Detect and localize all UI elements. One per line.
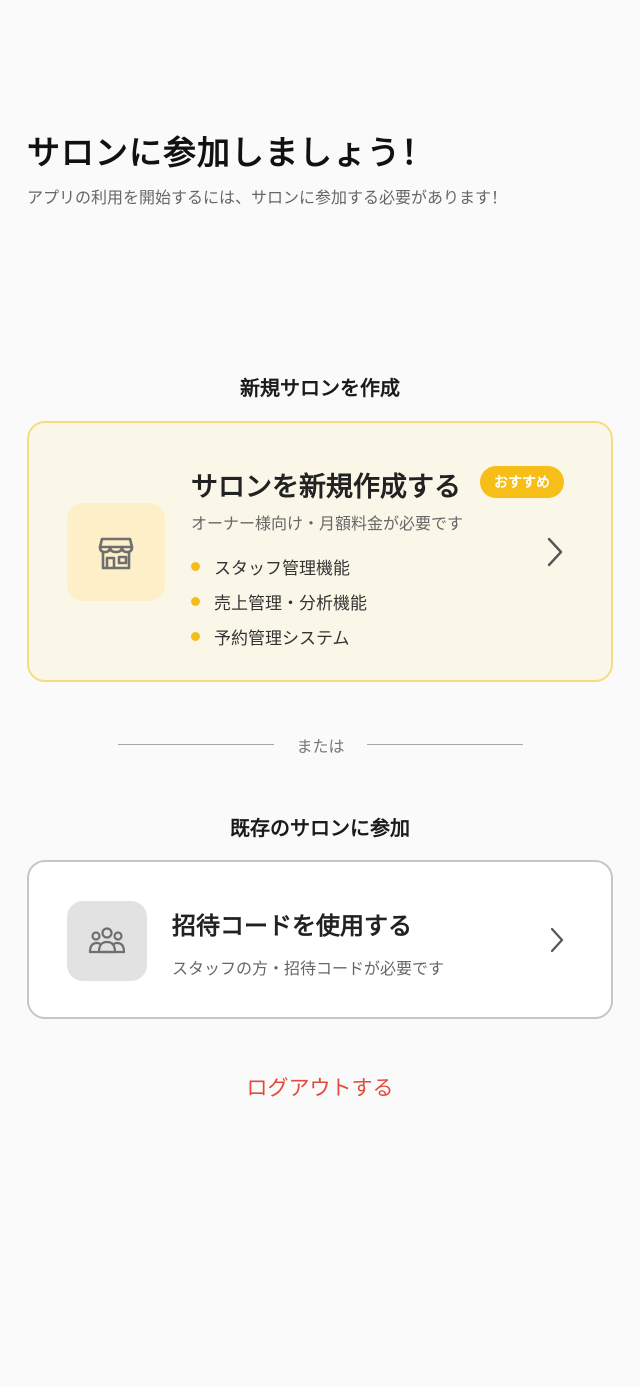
bullet-dot-icon [191,597,200,606]
invite-card-heading: 招待コードを使用する [172,912,412,940]
feature-item: スタッフ管理機能 [191,549,367,584]
store-icon [98,537,134,570]
feature-label: 売上管理・分析機能 [214,594,367,614]
divider-line-left [118,744,274,745]
logout-button[interactable]: ログアウトする [0,1072,640,1102]
create-section-title: 新規サロンを作成 [240,376,400,400]
chevron-right-icon [550,927,564,953]
group-icon [88,927,126,954]
group-icon-box [67,901,147,981]
join-section-title: 既存のサロンに参加 [230,816,410,840]
divider-line-right [367,744,523,745]
page-title: サロンに参加しましょう！ [27,133,435,172]
create-card-description: オーナー様向け・月額料金が必要です [191,514,464,533]
salon-onboarding-screen: サロンに参加しましょう！ アプリの利用を開始するには、サロンに参加する必要があり… [0,0,640,1387]
recommended-badge: おすすめ [480,466,564,498]
bullet-dot-icon [191,632,200,641]
feature-item: 予約管理システム [191,619,367,654]
invite-code-card[interactable]: 招待コードを使用する スタッフの方・招待コードが必要です [27,860,613,1019]
bullet-dot-icon [191,562,200,571]
page-subtitle: アプリの利用を開始するには、サロンに参加する必要があります！ [27,188,508,207]
chevron-right-icon [547,537,563,567]
feature-item: 売上管理・分析機能 [191,584,367,619]
feature-label: スタッフ管理機能 [214,559,350,579]
divider-text: または [296,737,345,756]
feature-list: スタッフ管理機能 売上管理・分析機能 予約管理システム [191,549,367,654]
create-salon-card[interactable]: サロンを新規作成する おすすめ オーナー様向け・月額料金が必要です スタッフ管理… [27,421,613,682]
feature-label: 予約管理システム [214,629,350,649]
invite-card-description: スタッフの方・招待コードが必要です [172,959,445,978]
create-card-heading: サロンを新規作成する [191,472,461,503]
store-icon-box [67,503,165,601]
